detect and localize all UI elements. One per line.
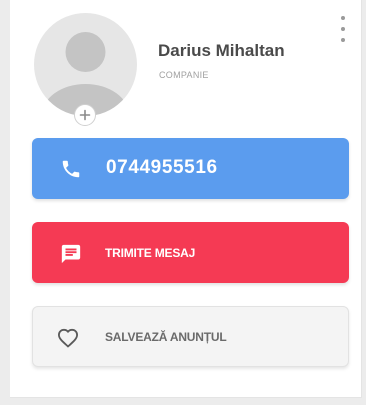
avatar-add-button[interactable] xyxy=(74,104,96,126)
kebab-dot xyxy=(341,16,345,20)
phone-icon xyxy=(60,158,82,180)
phone-number: 0744955516 xyxy=(106,157,218,178)
call-button[interactable]: 0744955516 xyxy=(32,138,349,199)
avatar-container xyxy=(34,13,137,126)
kebab-icon[interactable] xyxy=(336,14,350,44)
send-message-button[interactable]: TRIMITE MESAJ xyxy=(32,222,349,283)
chat-icon xyxy=(60,243,82,265)
plus-icon xyxy=(79,109,91,121)
save-ad-label: SALVEAZĂ ANUNȚUL xyxy=(105,330,227,344)
send-message-label: TRIMITE MESAJ xyxy=(105,246,196,260)
save-ad-button[interactable]: SALVEAZĂ ANUNȚUL xyxy=(32,306,349,367)
seller-name: Darius Mihaltan xyxy=(158,41,285,60)
avatar[interactable] xyxy=(34,13,137,116)
heart-outline-icon xyxy=(57,328,79,348)
kebab-dot xyxy=(341,38,345,42)
kebab-dot xyxy=(341,27,345,31)
person-silhouette-icon xyxy=(41,32,130,116)
seller-role: COMPANIE xyxy=(159,70,209,80)
seller-card: Darius Mihaltan COMPANIE 0744955516 TRIM… xyxy=(10,0,362,398)
